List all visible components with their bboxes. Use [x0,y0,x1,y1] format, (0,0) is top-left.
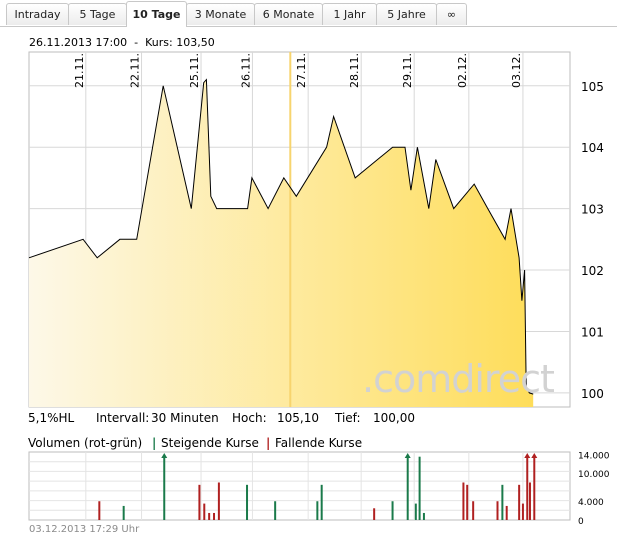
comdirect-watermark: .comdirect [362,357,555,401]
low-value: 100,00 [373,411,415,425]
falling-legend-marker: | [266,436,271,450]
y-tick-label-2: 102 [581,264,604,278]
rising-legend-label: Steigende Kurse [161,436,259,450]
y-tick-label-4: 104 [581,141,604,155]
high-value: 105,10 [277,411,319,425]
volume-title: Volumen (rot-grün) [28,436,143,450]
y-tick-label-3: 103 [581,203,604,217]
high-label: Hoch: [232,411,267,425]
falling-legend-label: Fallende Kurse [275,436,363,450]
tab-2[interactable]: 10 Tage [126,1,187,27]
x-tick-label-5: 28.11. [348,53,361,88]
y-tick-label-5: 105 [581,80,604,94]
x-tick-label-3: 26.11. [239,53,252,88]
x-tick-label-7: 02.12. [456,53,469,88]
volume-tick-label-2: 10.000 [578,470,610,480]
x-tick-label-4: 27.11. [295,53,308,88]
price-chart: 100 101 102 103 104 105 21.11. 22.11. 25.11. 26.1… [28,51,604,408]
volume-tick-label-0: 0 [578,517,584,525]
volume-tick-label-1: 4.000 [578,498,604,508]
x-tick-label-1: 22.11. [129,53,142,88]
rising-legend-marker: | [152,436,157,450]
range-percent: 5,1%HL [28,411,75,425]
volume-chart: 0 4.000 10.000 14.000 [28,451,610,525]
interval-value: 30 Minuten [151,411,219,425]
interval-label: Intervall: [96,411,150,425]
volume-tick-label-3: 14.000 [578,451,610,461]
low-label: Tief: [335,411,361,425]
y-tick-label-1: 101 [581,325,604,339]
x-tick-label-0: 21.11. [73,53,86,88]
timestamp-footer: 03.12.2013 17:29 Uhr [29,524,140,535]
y-tick-label-0: 100 [581,387,604,401]
x-tick-label-6: 29.11. [401,53,414,88]
x-tick-label-8: 03.12. [510,53,523,88]
x-tick-label-2: 25.11. [188,53,201,88]
